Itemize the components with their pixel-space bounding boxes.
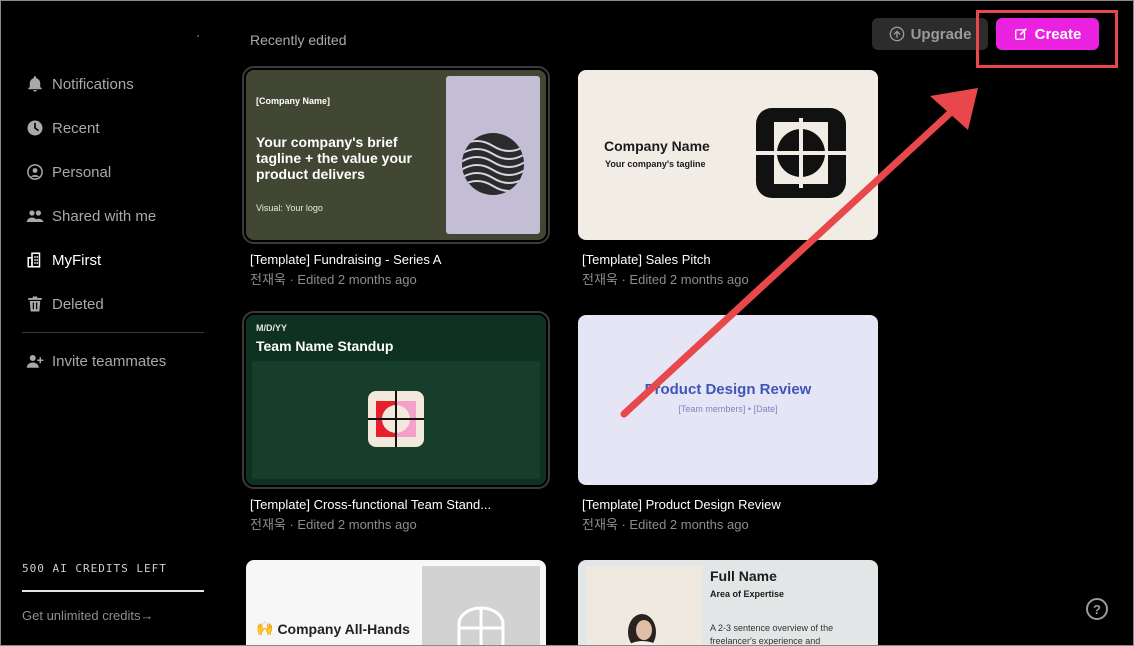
window-logo-icon [457, 606, 505, 646]
sidebar: ˊ Notifications Recent Personal Shared w… [0, 0, 222, 646]
raised-hands-icon: 🙌 [256, 620, 274, 636]
card-fundraising[interactable]: [Company Name] Your company's brief tagl… [242, 66, 550, 288]
upgrade-button[interactable]: Upgrade [872, 18, 988, 50]
sidebar-item-label: Recent [52, 119, 100, 137]
help-button[interactable]: ? [1086, 598, 1108, 620]
card-meta: 전재욱 · Edited 2 months ago [250, 517, 417, 532]
thumb-tagline: Your company's tagline [605, 159, 706, 169]
thumb-full-name: Full Name [710, 568, 777, 584]
card-thumbnail[interactable]: 🙌 Company All-Hands [246, 560, 546, 646]
card-title: [Template] Fundraising - Series A [250, 252, 442, 267]
ai-credits-counter: 500 AI CREDITS LEFT [22, 562, 167, 575]
thumb-heading-text: Company All-Hands [277, 620, 410, 637]
sidebar-divider [22, 332, 204, 333]
thumb-image-panel [422, 566, 540, 646]
sidebar-item-label: Personal [52, 163, 112, 181]
sidebar-item-deleted[interactable]: Deleted [22, 282, 204, 326]
wave-logo-icon [462, 133, 524, 195]
thumb-portrait-photo [586, 566, 702, 646]
thumb-logo-panel [446, 76, 540, 234]
card-product-design-review[interactable]: Product Design Review [Team members] • [… [578, 315, 878, 533]
arrow-up-circle-icon [889, 26, 904, 42]
sidebar-item-label: Shared with me [52, 207, 157, 225]
user-plus-icon [22, 351, 52, 371]
card-title: [Template] Cross-functional Team Stand..… [250, 497, 492, 512]
sidebar-nav: Notifications Recent Personal Shared wit… [22, 62, 204, 383]
building-icon [22, 250, 52, 270]
card-title: [Template] Product Design Review [582, 497, 781, 512]
credits-progress-bar [22, 590, 204, 592]
sidebar-item-label: Deleted [52, 295, 104, 313]
thumb-area: Area of Expertise [710, 589, 785, 599]
upgrade-label: Upgrade [910, 25, 972, 43]
thumb-inner-panel [252, 361, 540, 479]
person-portrait-icon [626, 614, 660, 646]
square-logo-icon [756, 108, 846, 198]
thumb-tagline: Your company's brief tagline + the value… [256, 134, 412, 182]
thumb-members: [Team members] • [Date] [678, 404, 778, 414]
card-freelancer-profile[interactable]: Full Name Area of Expertise A 2-3 senten… [578, 560, 878, 646]
sidebar-item-label: Notifications [52, 75, 134, 93]
card-thumbnail[interactable]: Full Name Area of Expertise A 2-3 senten… [578, 560, 878, 646]
standup-logo-icon [368, 391, 424, 447]
card-thumbnail[interactable]: [Company Name] Your company's brief tagl… [242, 66, 550, 244]
create-button[interactable]: Create [996, 18, 1099, 50]
card-thumbnail[interactable]: Product Design Review [Team members] • [… [578, 315, 878, 485]
thumb-heading: Product Design Review [644, 381, 812, 398]
invite-teammates-label: Invite teammates [52, 352, 167, 370]
get-unlimited-credits-link[interactable]: Get unlimited credits→ [22, 608, 154, 623]
sidebar-item-recent[interactable]: Recent [22, 106, 204, 150]
thumb-date: M/D/YY [256, 323, 288, 333]
sidebar-item-myfirst[interactable]: MyFirst [22, 238, 204, 282]
create-label: Create [1034, 25, 1082, 43]
edit-icon [1014, 28, 1027, 40]
users-icon [22, 206, 52, 226]
thumb-visual-note: Visual: Your logo [256, 203, 323, 213]
section-title: Recently edited [250, 32, 347, 48]
card-meta: 전재욱 · Edited 2 months ago [582, 517, 749, 532]
card-company-all-hands[interactable]: 🙌 Company All-Hands [246, 560, 546, 646]
card-title: [Template] Sales Pitch [582, 252, 711, 267]
user-circle-icon [22, 162, 52, 182]
clock-icon [22, 118, 52, 138]
thumb-company-name: [Company Name] [256, 96, 331, 106]
sidebar-item-personal[interactable]: Personal [22, 150, 204, 194]
card-thumbnail[interactable]: M/D/YY Team Name Standup [242, 311, 550, 489]
thumb-heading: 🙌 Company All-Hands [256, 620, 410, 637]
invite-teammates-button[interactable]: Invite teammates [22, 339, 204, 383]
thumb-company-name: Company Name [604, 138, 710, 154]
card-meta: 전재욱 · Edited 2 months ago [582, 272, 749, 287]
sidebar-item-notifications[interactable]: Notifications [22, 62, 204, 106]
sidebar-item-label: MyFirst [52, 251, 102, 269]
thumb-heading: Team Name Standup [256, 338, 394, 354]
card-team-standup[interactable]: M/D/YY Team Name Standup [Template] Cros… [242, 311, 550, 533]
bell-icon [22, 74, 52, 94]
trash-icon [22, 294, 52, 314]
card-meta: 전재욱 · Edited 2 months ago [250, 272, 417, 287]
card-sales-pitch[interactable]: Company Name Your company's tagline [Tem… [578, 70, 878, 288]
card-thumbnail[interactable]: Company Name Your company's tagline [578, 70, 878, 240]
workspace-caret-icon[interactable]: ˊ [196, 33, 200, 47]
sidebar-item-shared[interactable]: Shared with me [22, 194, 204, 238]
thumb-description: A 2-3 sentence overview of the freelance… [710, 623, 834, 646]
